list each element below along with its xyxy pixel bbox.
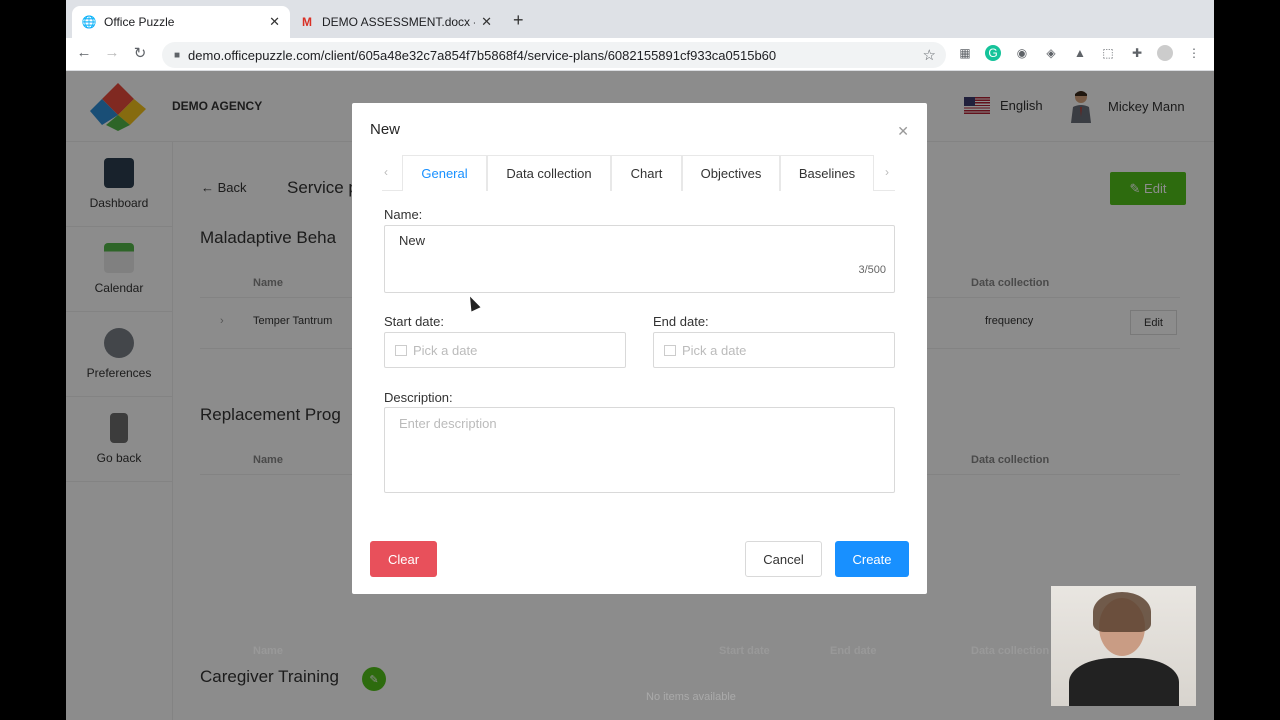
puzzle-icon[interactable]: ✚ [1129, 45, 1145, 61]
address-bar: ← → ↻ ■ demo.officepuzzle.com/client/605… [66, 38, 1214, 71]
gmail-icon: M [302, 15, 312, 29]
tab-title: Office Puzzle [104, 15, 175, 29]
presenter-body [1069, 658, 1179, 706]
url-text: demo.officepuzzle.com/client/605a48e32c7… [188, 47, 777, 63]
empty-state: No items available [646, 691, 736, 703]
description-placeholder: Enter description [399, 416, 497, 431]
tab-general[interactable]: General [402, 155, 487, 191]
webcam-video [1051, 586, 1196, 706]
star-icon[interactable]: ☆ [923, 46, 936, 64]
start-date-picker[interactable]: Pick a date [384, 332, 626, 368]
tab-title: DEMO ASSESSMENT.docx - ha [322, 15, 475, 29]
tab-chart[interactable]: Chart [611, 155, 682, 191]
start-date-label: Start date: [384, 314, 444, 329]
end-date-placeholder: Pick a date [682, 342, 747, 358]
screenshot-icon[interactable]: ⬚ [1100, 45, 1116, 61]
calendar-icon [664, 344, 676, 356]
presenter-hair [1093, 592, 1151, 632]
chevron-left-icon[interactable]: ‹ [384, 165, 388, 179]
column-header-start-date: Start date [719, 645, 770, 657]
qr-extension-icon[interactable]: ▦ [957, 45, 973, 61]
globe-icon: 🌐 [81, 15, 97, 29]
close-icon[interactable]: ✕ [481, 14, 492, 30]
column-header-data-collection: Data collection [971, 645, 1050, 657]
name-textarea[interactable]: New 3/500 [384, 225, 895, 293]
back-arrow-icon[interactable]: ← [74, 44, 94, 61]
triangle-extension-icon[interactable]: ▲ [1072, 45, 1088, 61]
create-button[interactable]: Create [835, 541, 909, 577]
clear-button[interactable]: Clear [370, 541, 437, 577]
browser-tab-office-puzzle[interactable]: 🌐 Office Puzzle ✕ [72, 6, 290, 38]
grammarly-icon[interactable]: G [985, 45, 1001, 61]
more-menu-icon[interactable]: ⋮ [1186, 45, 1202, 61]
chevron-right-icon[interactable]: › [885, 165, 889, 179]
close-icon[interactable]: ✕ [269, 14, 280, 30]
tab-objectives[interactable]: Objectives [682, 155, 780, 191]
profile-icon[interactable] [1157, 45, 1173, 61]
column-header-name: Name [253, 645, 283, 657]
start-date-placeholder: Pick a date [413, 342, 478, 358]
close-icon[interactable]: ✕ [897, 123, 909, 140]
calendar-icon [395, 344, 407, 356]
url-input[interactable]: ■ demo.officepuzzle.com/client/605a48e32… [162, 42, 946, 68]
tab-data-collection[interactable]: Data collection [487, 155, 611, 191]
end-date-label: End date: [653, 314, 709, 329]
new-dialog: New ✕ ‹ General Data collection Chart Ob… [352, 103, 927, 594]
name-value: New [399, 233, 426, 248]
description-textarea[interactable]: Enter description [384, 407, 895, 493]
dialog-title: New [370, 121, 401, 138]
browser-tab-demo-assessment[interactable]: M DEMO ASSESSMENT.docx - ha ✕ [290, 6, 502, 38]
name-label: Name: [384, 207, 423, 222]
column-header-end-date: End date [830, 645, 877, 657]
dialog-tabs: ‹ General Data collection Chart Objectiv… [382, 155, 895, 191]
new-tab-button[interactable]: + [513, 10, 524, 31]
cancel-button[interactable]: Cancel [745, 541, 822, 577]
lock-icon: ■ [174, 49, 181, 61]
camera-icon[interactable]: ◉ [1014, 45, 1030, 61]
end-date-picker[interactable]: Pick a date [653, 332, 895, 368]
screen: 🌐 Office Puzzle ✕ M DEMO ASSESSMENT.docx… [66, 0, 1214, 720]
shield-icon[interactable]: ◈ [1043, 45, 1059, 61]
reload-icon[interactable]: ↻ [130, 44, 150, 62]
browser-tab-bar: 🌐 Office Puzzle ✕ M DEMO ASSESSMENT.docx… [66, 0, 1214, 38]
tab-baselines[interactable]: Baselines [780, 155, 874, 191]
char-count: 3/500 [858, 264, 886, 276]
forward-arrow-icon[interactable]: → [102, 44, 122, 61]
description-label: Description: [384, 390, 453, 405]
